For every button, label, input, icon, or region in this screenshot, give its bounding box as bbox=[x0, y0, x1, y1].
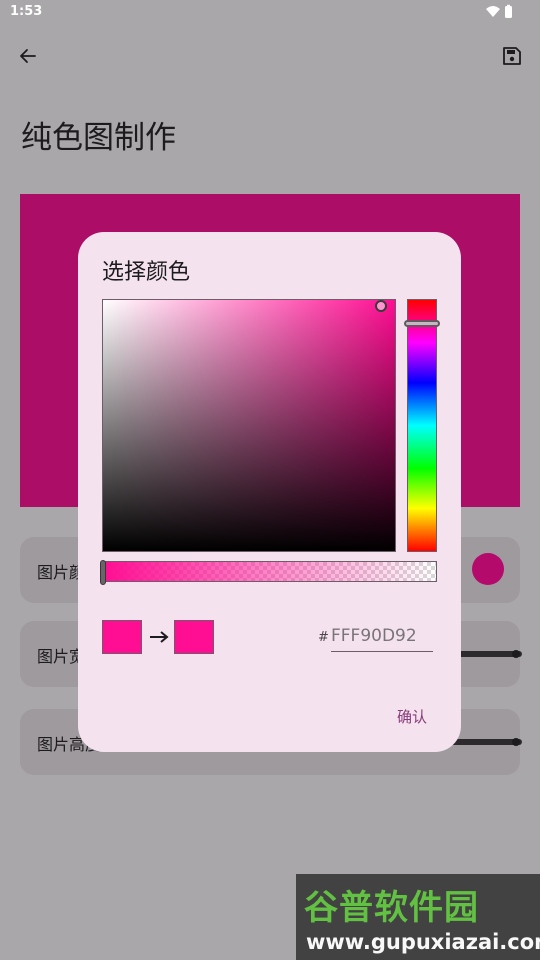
previous-color-swatch bbox=[102, 620, 142, 654]
status-bar: 1:53 bbox=[0, 0, 540, 24]
status-time: 1:53 bbox=[10, 4, 43, 19]
back-button[interactable] bbox=[10, 38, 46, 74]
hex-prefix: # bbox=[318, 630, 329, 645]
hue-slider[interactable] bbox=[404, 299, 440, 552]
save-icon bbox=[503, 47, 521, 65]
status-icons bbox=[486, 4, 512, 18]
confirm-button[interactable]: 确认 bbox=[382, 702, 442, 730]
sv-handle[interactable] bbox=[375, 300, 387, 312]
watermark-url: www.gupuxiazai.com bbox=[306, 930, 540, 954]
watermark: 谷普软件园 www.gupuxiazai.com bbox=[296, 874, 540, 960]
color-picker-dialog: 选择颜色 # 确认 bbox=[78, 232, 461, 752]
arrow-right-icon bbox=[150, 631, 169, 643]
battery-icon bbox=[505, 6, 512, 18]
color-dot[interactable] bbox=[472, 553, 504, 585]
alpha-slider[interactable] bbox=[100, 560, 437, 585]
page-title: 纯色图制作 bbox=[21, 120, 176, 156]
watermark-title: 谷普软件园 bbox=[304, 888, 479, 928]
back-arrow-icon bbox=[20, 49, 36, 63]
hue-handle[interactable] bbox=[404, 320, 440, 327]
save-button[interactable] bbox=[494, 38, 530, 74]
new-color-swatch bbox=[174, 620, 214, 654]
hex-input[interactable] bbox=[331, 625, 433, 652]
alpha-handle[interactable] bbox=[100, 560, 106, 585]
height-slider[interactable] bbox=[450, 738, 522, 746]
wifi-icon bbox=[486, 6, 500, 17]
saturation-value-picker[interactable] bbox=[102, 299, 396, 552]
dialog-title: 选择颜色 bbox=[102, 260, 191, 285]
